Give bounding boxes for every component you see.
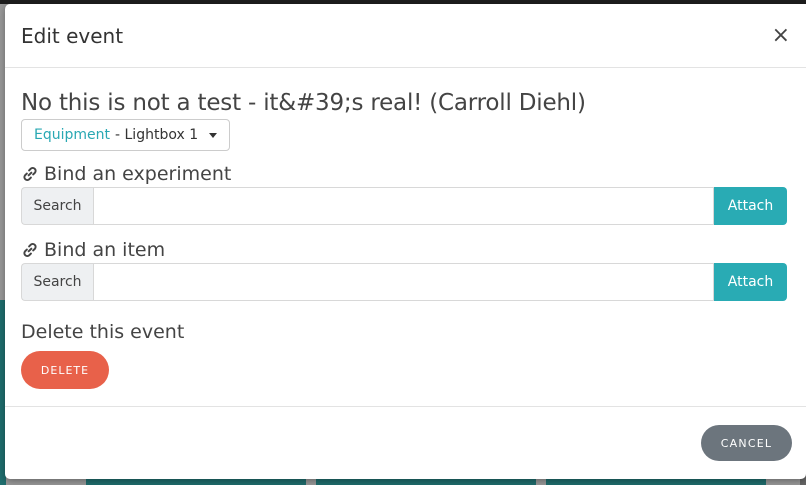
- bind-item-label: Bind an item: [44, 239, 166, 261]
- bind-item-heading: Bind an item: [21, 239, 790, 261]
- link-icon: [23, 167, 37, 181]
- delete-button[interactable]: DELETE: [21, 351, 109, 389]
- modal-header: Edit event ×: [5, 4, 806, 68]
- attach-experiment-button[interactable]: Attach: [714, 187, 787, 225]
- modal-title: Edit event: [21, 23, 124, 48]
- modal-body: No this is not a test - it&#39;s real! (…: [5, 68, 806, 389]
- bind-experiment-heading: Bind an experiment: [21, 163, 790, 185]
- link-icon: [23, 243, 37, 257]
- bind-item-group: Search Attach: [21, 263, 787, 301]
- close-button[interactable]: ×: [772, 24, 790, 47]
- experiment-search-input[interactable]: [93, 187, 714, 225]
- bind-experiment-group: Search Attach: [21, 187, 787, 225]
- attach-item-button[interactable]: Attach: [714, 263, 787, 301]
- search-addon: Search: [21, 263, 93, 301]
- cancel-button[interactable]: CANCEL: [701, 425, 792, 461]
- delete-heading: Delete this event: [21, 321, 185, 343]
- bind-experiment-label: Bind an experiment: [44, 163, 232, 185]
- chevron-down-icon: [209, 132, 218, 138]
- category-link[interactable]: Equipment: [34, 127, 110, 143]
- edit-event-modal: Edit event × No this is not a test - it&…: [5, 4, 806, 479]
- item-search-input[interactable]: [93, 263, 714, 301]
- modal-footer: CANCEL: [5, 406, 806, 479]
- search-addon: Search: [21, 187, 93, 225]
- event-title: No this is not a test - it&#39;s real! (…: [21, 90, 586, 116]
- category-dropdown[interactable]: Equipment - Lightbox 1: [21, 119, 231, 151]
- category-item-label: - Lightbox 1: [115, 127, 199, 143]
